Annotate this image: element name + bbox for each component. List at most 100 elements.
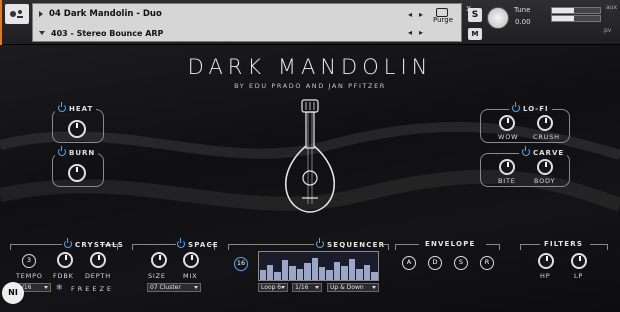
space-preset-value: 07 Cluster: [150, 284, 181, 291]
pv-label[interactable]: pv: [604, 27, 611, 34]
instrument-header: 04 Dark Mandolin - Duo ◂ ▸ 403 - Stereo …: [0, 0, 620, 45]
sequencer-step[interactable]: [281, 260, 289, 280]
space-preset-dropdown[interactable]: 07 Cluster: [147, 283, 201, 292]
instrument-name[interactable]: 04 Dark Mandolin - Duo: [49, 9, 162, 19]
burn-title: BURN: [69, 149, 96, 157]
sequencer-step[interactable]: [259, 270, 266, 280]
sustain-knob[interactable]: S: [454, 256, 468, 270]
snapshot-dropdown-icon[interactable]: [39, 31, 45, 35]
sequencer-step[interactable]: [304, 263, 311, 280]
bite-knob[interactable]: [499, 159, 515, 175]
space-power-icon[interactable]: [177, 238, 185, 248]
carve-label[interactable]: CARVE: [519, 146, 568, 157]
sequencer-step[interactable]: [326, 270, 333, 280]
crystals-title[interactable]: CRYSTALS: [64, 238, 125, 249]
decay-knob[interactable]: D: [428, 256, 442, 270]
sequencer-step[interactable]: [289, 266, 296, 280]
space-title[interactable]: SPACE: [177, 238, 219, 249]
heat-power-icon[interactable]: [58, 102, 66, 112]
carve-power-icon[interactable]: [522, 146, 530, 156]
envelope-title: ENVELOPE: [425, 240, 476, 248]
attack-knob[interactable]: A: [402, 256, 416, 270]
sequencer-title[interactable]: SEQUENCER: [316, 238, 386, 249]
sequencer-step[interactable]: [356, 268, 363, 280]
sequencer-direction-dropdown[interactable]: Up & Down: [327, 283, 379, 292]
body-knob[interactable]: [537, 159, 553, 175]
envelope-line: [395, 244, 419, 250]
aux-label[interactable]: aux: [606, 4, 617, 11]
mute-button[interactable]: M: [468, 28, 482, 40]
chevron-down-icon: [315, 286, 319, 289]
crush-knob[interactable]: [537, 115, 553, 131]
instrument-logo-icon[interactable]: [5, 4, 29, 24]
chevron-down-icon: [44, 286, 48, 289]
solo-button[interactable]: S: [468, 8, 482, 22]
sequencer-direction-value: Up & Down: [330, 284, 364, 291]
space-line: [132, 244, 176, 250]
hp-knob[interactable]: [538, 253, 554, 269]
carve-title: CARVE: [533, 149, 565, 157]
heat-label[interactable]: HEAT: [55, 102, 97, 113]
sequencer-step[interactable]: [274, 271, 281, 280]
chevron-down-icon: [281, 286, 285, 289]
tune-value[interactable]: 0.00: [515, 18, 531, 26]
burn-panel: BURN: [52, 146, 104, 187]
sequencer-step[interactable]: [341, 266, 348, 280]
chevron-down-icon: [194, 286, 198, 289]
mix-knob[interactable]: [183, 252, 199, 268]
fdbk-knob[interactable]: [57, 252, 73, 268]
filters-line: [520, 244, 540, 250]
expand-triangle-icon[interactable]: [39, 11, 43, 17]
carve-panel: CARVE BITE BODY: [480, 146, 570, 187]
sequencer-step[interactable]: [348, 259, 356, 280]
tune-label: Tune: [514, 6, 531, 14]
lp-label: LP: [574, 272, 584, 280]
crystals-line: [10, 244, 62, 250]
snapshot-row[interactable]: 403 - Stereo Bounce ARP ◂ ▸: [33, 24, 461, 42]
lofi-power-icon[interactable]: [512, 102, 520, 112]
sequencer-step[interactable]: [266, 264, 274, 280]
next-snapshot-icon[interactable]: ▸: [419, 28, 423, 37]
next-instrument-icon[interactable]: ▸: [419, 10, 423, 19]
sequencer-step[interactable]: [319, 267, 326, 280]
tempo-knob[interactable]: 3: [22, 254, 36, 268]
lp-knob[interactable]: [571, 253, 587, 269]
tune-knob[interactable]: [487, 7, 509, 29]
sequencer-step[interactable]: [296, 268, 304, 280]
burn-knob[interactable]: [68, 164, 86, 182]
instrument-row[interactable]: 04 Dark Mandolin - Duo ◂ ▸: [33, 5, 461, 23]
ni-logo-icon: NI: [2, 282, 24, 304]
freeze-snowflake-icon[interactable]: ❄: [56, 283, 64, 292]
freeze-button[interactable]: FREEZE: [71, 285, 114, 293]
fdbk-label: FDBK: [53, 272, 74, 280]
release-knob[interactable]: R: [480, 256, 494, 270]
sequencer-title-text: SEQUENCER: [327, 241, 386, 249]
size-knob[interactable]: [151, 252, 167, 268]
lofi-label[interactable]: LO-FI: [509, 102, 552, 113]
level-meter-left: [551, 7, 601, 14]
chevron-down-icon: [372, 286, 376, 289]
prev-snapshot-icon[interactable]: ◂: [408, 28, 412, 37]
hp-label: HP: [540, 272, 551, 280]
sequencer-steps-knob[interactable]: 16: [234, 257, 248, 271]
sequencer-rate-dropdown[interactable]: 1/16: [292, 283, 322, 292]
sequencer-step-grid[interactable]: [258, 251, 379, 281]
sequencer-step[interactable]: [311, 257, 318, 280]
burn-label[interactable]: BURN: [55, 146, 99, 157]
burn-power-icon[interactable]: [58, 146, 66, 156]
snapshot-name[interactable]: 403 - Stereo Bounce ARP: [51, 29, 163, 38]
crystals-title-text: CRYSTALS: [75, 241, 125, 249]
sequencer-power-icon[interactable]: [316, 238, 324, 248]
sequencer-step[interactable]: [371, 271, 378, 280]
crystals-power-icon[interactable]: [64, 238, 72, 248]
sequencer-loop-dropdown[interactable]: Loop 6: [258, 283, 288, 292]
sequencer-step[interactable]: [363, 264, 371, 280]
wow-knob[interactable]: [499, 115, 515, 131]
purge-button[interactable]: Purge: [433, 16, 453, 24]
depth-knob[interactable]: [90, 252, 106, 268]
sequencer-loop-value: Loop 6: [261, 284, 282, 291]
body-label: BODY: [534, 177, 556, 185]
sequencer-step[interactable]: [333, 261, 341, 280]
heat-knob[interactable]: [68, 120, 86, 138]
prev-instrument-icon[interactable]: ◂: [408, 10, 412, 19]
